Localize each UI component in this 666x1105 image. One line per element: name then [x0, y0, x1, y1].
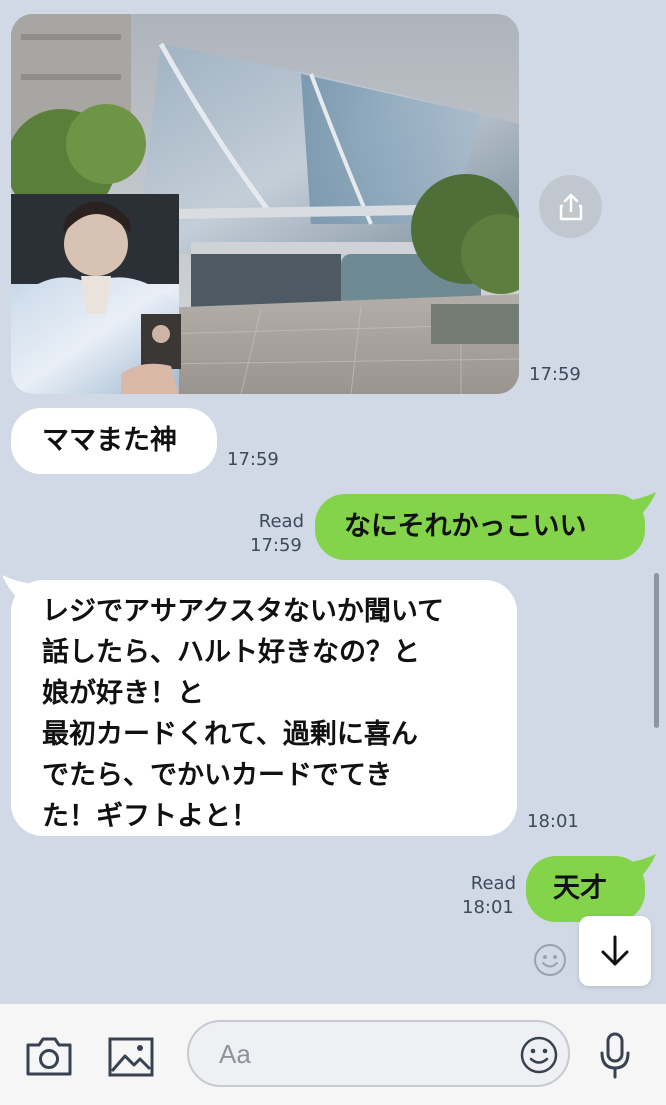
incoming-message-bubble[interactable]: レジでアサアクスタないか聞いて 話したら、ハルト好きなの？と 娘が好き！と 最初… [11, 580, 517, 836]
bubble-tail [630, 492, 656, 518]
message-text: 天才 [553, 873, 607, 904]
chat-area[interactable]: 17:59 ママまた神 17:59 Read 17:59 なにそれかっこいい レ… [0, 0, 666, 1003]
read-status: Read [470, 873, 516, 894]
message-time: 18:01 [462, 897, 514, 918]
message-time: 17:59 [250, 535, 302, 556]
scroll-to-bottom-button[interactable] [579, 916, 651, 986]
message-time: 18:01 [527, 811, 579, 832]
share-button[interactable] [539, 175, 602, 238]
image-message[interactable] [11, 14, 519, 394]
camera-icon[interactable] [25, 1035, 73, 1077]
message-input[interactable]: Aa [187, 1020, 570, 1087]
bubble-tail [630, 854, 656, 880]
smiley-icon[interactable] [533, 943, 567, 977]
outgoing-message-bubble[interactable]: なにそれかっこいい [315, 494, 645, 560]
arrow-down-icon [601, 935, 629, 966]
share-icon [559, 193, 582, 220]
microphone-icon[interactable] [598, 1031, 632, 1081]
message-text: ママまた神 [42, 425, 177, 456]
message-time: 17:59 [227, 449, 279, 470]
image-icon[interactable] [107, 1036, 155, 1078]
message-input-placeholder: Aa [219, 1039, 251, 1069]
message-text: なにそれかっこいい [344, 511, 587, 542]
scrollbar[interactable] [654, 573, 659, 728]
incoming-message-bubble[interactable]: ママまた神 [11, 408, 217, 474]
message-text: レジでアサアクスタないか聞いて 話したら、ハルト好きなの？と 娘が好き！と 最初… [42, 596, 445, 832]
smiley-icon[interactable] [519, 1035, 559, 1075]
photo-building-with-photocard [11, 14, 519, 394]
outgoing-message-bubble[interactable]: 天才 [526, 856, 645, 922]
message-time: 17:59 [529, 364, 581, 385]
read-status: Read [258, 511, 304, 532]
